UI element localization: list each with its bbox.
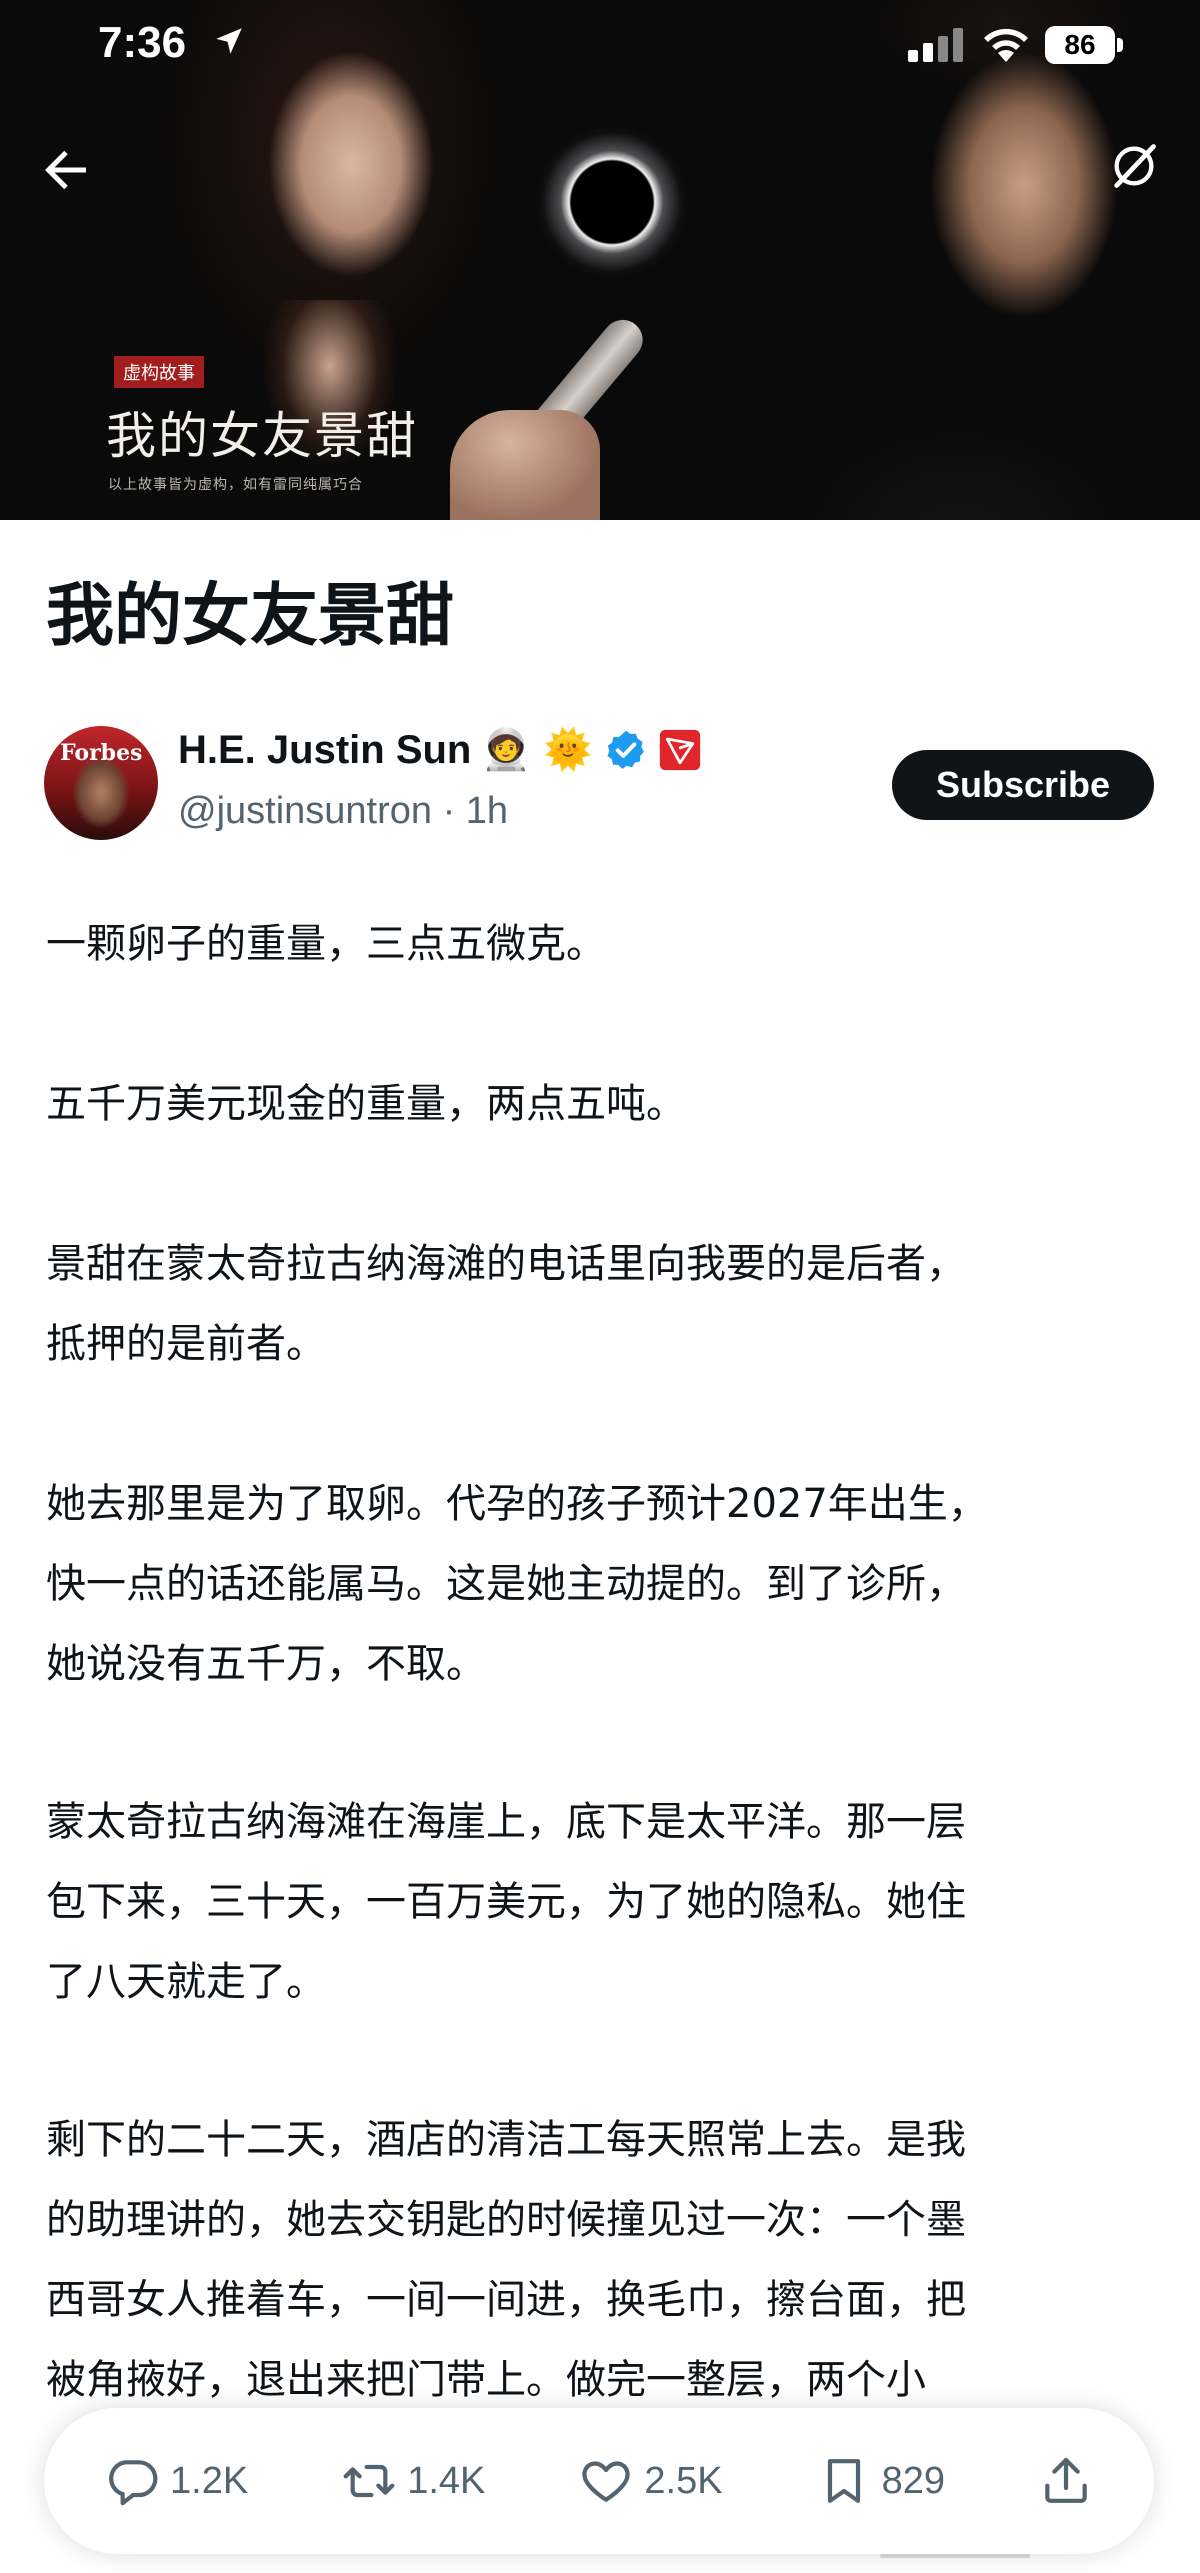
author-badges: 🧑‍🚀 🌞: [480, 726, 702, 774]
wifi-icon: [984, 28, 1028, 62]
paragraph-line: 抵押的是前者。: [46, 1321, 326, 1367]
battery-tip: [1117, 38, 1123, 52]
reply-icon: [109, 2460, 158, 2506]
cover-eclipse: [536, 126, 688, 278]
verified-badge-icon: [607, 730, 644, 769]
location-arrow-icon: [216, 28, 242, 54]
heart-icon: [582, 2461, 631, 2502]
bookmark-button[interactable]: 829: [816, 2453, 945, 2509]
paragraph-line: 了八天就走了。: [46, 1959, 326, 2005]
paragraph-line: 蒙太奇拉古纳海滩在海崖上，底下是太平洋。那一层: [46, 1799, 966, 1845]
paragraph-line: 快一点的话还能属马。这是她主动提的。到了诊所，: [46, 1561, 966, 1607]
cellular-signal-icon: [908, 28, 963, 62]
like-count: 2.5K: [644, 2459, 723, 2502]
paragraph-line: 剩下的二十二天，酒店的清洁工每天照常上去。是我: [46, 2117, 966, 2163]
article-title: 我的女友景甜: [46, 577, 455, 656]
paragraph-line: 包下来，三十天，一百万美元，为了她的隐私。她住: [46, 1879, 966, 1925]
author-handle-time[interactable]: @justinsuntron · 1h: [178, 790, 508, 833]
sun-emoji-badge: 🌞: [543, 727, 593, 773]
bookmark-icon: [827, 2459, 860, 2503]
paragraph-line: 的助理讲的，她去交钥匙的时候撞见过一次：一个墨: [46, 2197, 966, 2243]
share-button[interactable]: [1038, 2453, 1094, 2509]
paragraph-line: 一颗卵子的重量，三点五微克。: [46, 921, 606, 967]
subscribe-button[interactable]: Subscribe: [892, 750, 1154, 820]
paragraph-line: 她去那里是为了取卵。代孕的孩子预计2027年出生，: [46, 1481, 988, 1527]
share-icon: [1045, 2457, 1087, 2503]
arrow-left-icon[interactable]: [36, 140, 96, 200]
avatar[interactable]: Forbes: [44, 726, 158, 840]
repost-icon: [343, 2464, 395, 2498]
paragraph-line: 西哥女人推着车，一间一间进，换毛巾，擦台面，把: [46, 2277, 966, 2323]
paragraph-line: 景甜在蒙太奇拉古纳海滩的电话里向我要的是后者，: [46, 1241, 966, 1287]
paragraph-1: 一颗卵子的重量，三点五微克。: [46, 904, 1156, 984]
astronaut-emoji-badge: 🧑‍🚀: [481, 727, 531, 773]
repost-count: 1.4K: [407, 2459, 486, 2502]
grok-icon[interactable]: [1108, 140, 1160, 192]
paragraph-3: 景甜在蒙太奇拉古纳海滩的电话里向我要的是后者， 抵押的是前者。: [46, 1224, 1156, 1384]
paragraph-6: 剩下的二十二天，酒店的清洁工每天照常上去。是我 的助理讲的，她去交钥匙的时候撞见…: [46, 2100, 1156, 2420]
article-cover-image: 虚构故事 我的女友景甜 以上故事皆为虚构，如有雷同纯属巧合 7:36 86: [0, 0, 1200, 520]
like-button[interactable]: 2.5K: [578, 2453, 723, 2509]
cover-title: 我的女友景甜: [106, 407, 418, 465]
bookmark-count: 829: [881, 2459, 945, 2502]
cover-tag: 虚构故事: [114, 356, 204, 388]
status-time: 7:36: [98, 18, 187, 67]
paragraph-line: 她说没有五千万，不取。: [46, 1641, 486, 1687]
reply-count: 1.2K: [170, 2459, 249, 2502]
avatar-forbes-text: Forbes: [60, 740, 143, 766]
battery-indicator: 86: [1045, 26, 1115, 64]
author-name[interactable]: H.E. Justin Sun: [178, 728, 471, 773]
post-action-bar: 1.2K 1.4K 2.5K 829: [44, 2408, 1154, 2554]
home-indicator: [880, 2554, 1030, 2558]
paragraph-5: 蒙太奇拉古纳海滩在海崖上，底下是太平洋。那一层 包下来，三十天，一百万美元，为了…: [46, 1782, 1156, 2022]
paragraph-line: 五千万美元现金的重量，两点五吨。: [46, 1081, 686, 1127]
cover-hand: [450, 410, 600, 520]
tron-logo-icon: [659, 729, 701, 771]
cover-disclaimer: 以上故事皆为虚构，如有雷同纯属巧合: [108, 477, 363, 493]
cover-man-figure: [760, 0, 1200, 520]
repost-button[interactable]: 1.4K: [341, 2453, 485, 2509]
paragraph-4: 她去那里是为了取卵。代孕的孩子预计2027年出生， 快一点的话还能属马。这是她主…: [46, 1464, 1156, 1704]
paragraph-2: 五千万美元现金的重量，两点五吨。: [46, 1064, 1156, 1144]
reply-button[interactable]: 1.2K: [104, 2453, 248, 2509]
